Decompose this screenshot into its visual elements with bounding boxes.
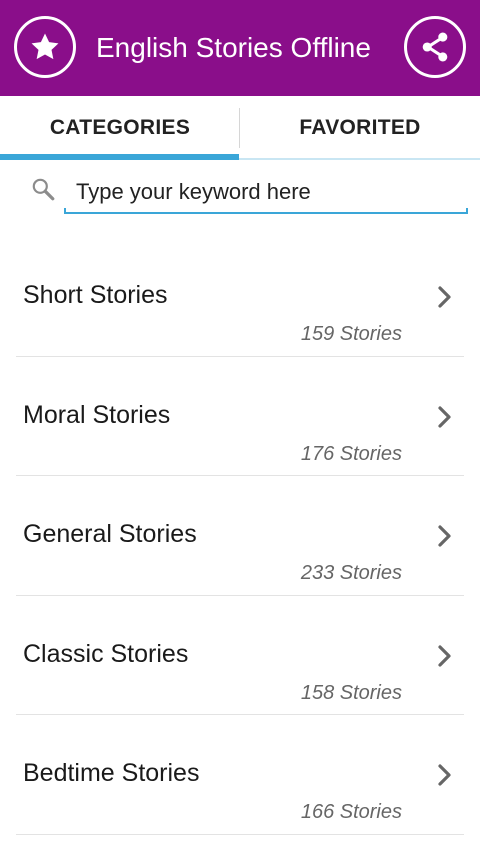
chevron-right-icon <box>438 405 451 428</box>
app-bar: English Stories Offline <box>0 0 480 96</box>
category-title: Moral Stories <box>23 400 171 429</box>
category-title: General Stories <box>23 520 197 548</box>
story-count: 176 Stories <box>300 442 402 465</box>
search-bar <box>0 160 480 220</box>
search-underline <box>64 208 468 214</box>
story-count: 233 Stories <box>300 562 402 584</box>
chevron-right-icon <box>438 286 451 308</box>
tab-categories[interactable]: CATEGORIES <box>0 96 240 160</box>
story-count: 159 Stories <box>300 323 402 345</box>
share-icon <box>422 32 448 62</box>
list-item-bedtime-stories[interactable]: Bedtime Stories 166 Stories <box>16 715 464 835</box>
share-button[interactable] <box>404 16 466 78</box>
chevron-right-icon <box>438 764 451 786</box>
app-title: English Stories Offline <box>96 32 371 63</box>
story-count: 166 Stories <box>300 801 402 823</box>
search-input[interactable] <box>64 170 468 214</box>
list-item-moral-stories[interactable]: Moral Stories 176 Stories <box>16 357 464 476</box>
chevron-right-icon <box>438 644 451 667</box>
list-item-short-stories[interactable]: Short Stories 159 Stories <box>16 237 464 357</box>
story-count: 158 Stories <box>300 681 402 704</box>
list-item-classic-stories[interactable]: Classic Stories 158 Stories <box>16 596 464 715</box>
category-list: Short Stories 159 Stories Moral Stories … <box>0 237 480 835</box>
favorite-star-button[interactable] <box>14 16 76 78</box>
category-title: Classic Stories <box>23 639 189 668</box>
category-title: Bedtime Stories <box>23 759 200 787</box>
list-item-general-stories[interactable]: General Stories 233 Stories <box>16 476 464 596</box>
chevron-right-icon <box>438 525 451 547</box>
category-title: Short Stories <box>23 281 168 309</box>
star-icon <box>31 33 59 60</box>
tab-favorited[interactable]: FAVORITED <box>240 96 480 160</box>
tab-bar: CATEGORIES FAVORITED <box>0 96 480 160</box>
search-icon <box>32 178 55 201</box>
